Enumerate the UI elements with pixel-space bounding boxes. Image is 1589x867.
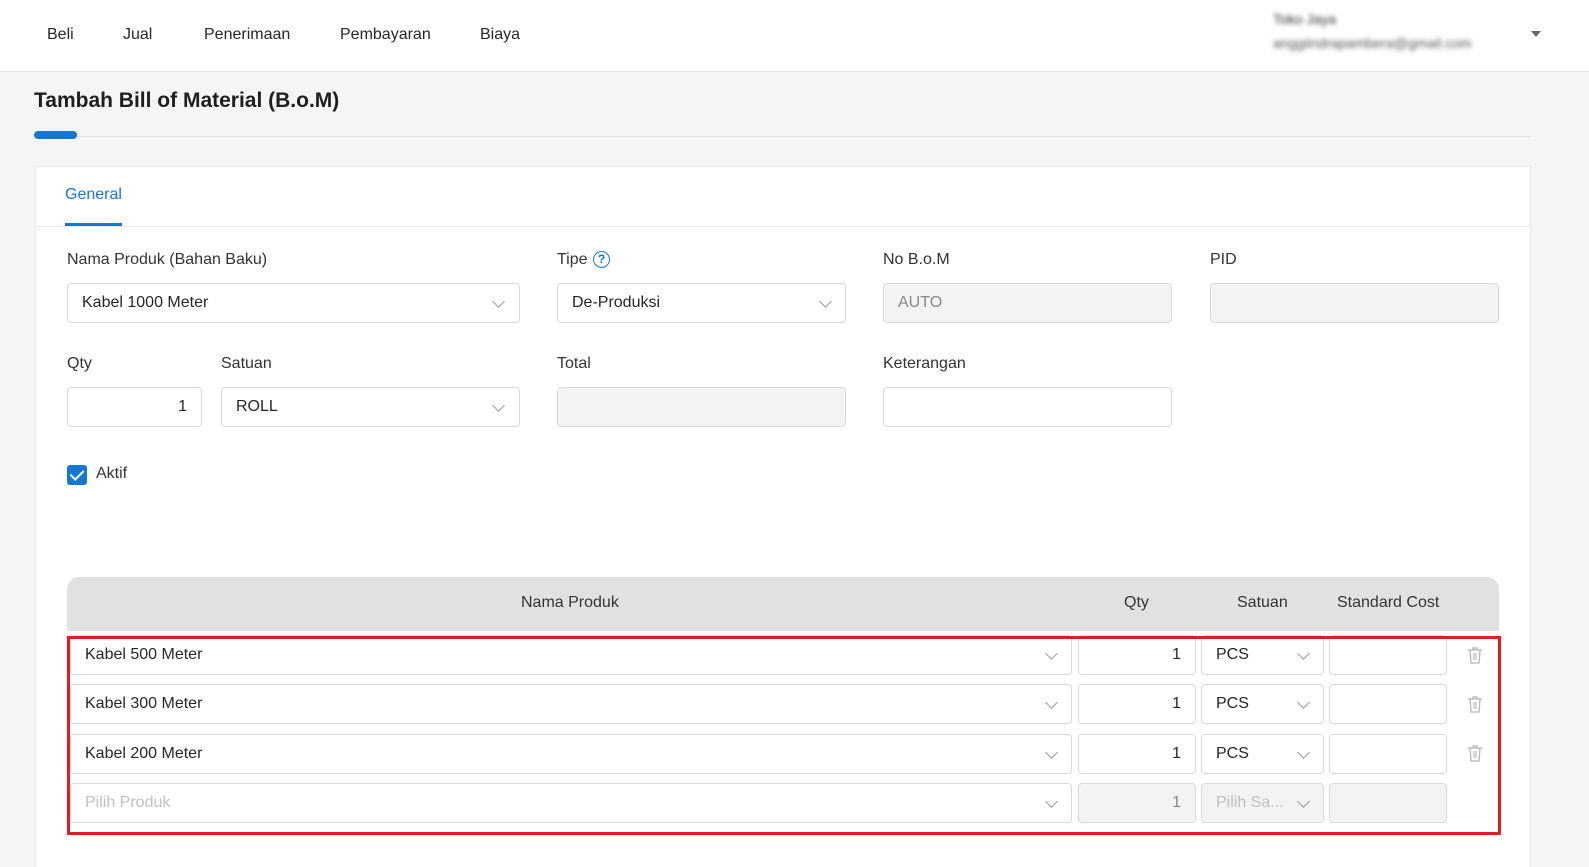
pid-field [1210,283,1499,323]
highlight-box [67,636,1501,835]
page-title: Tambah Bill of Material (B.o.M) [34,89,340,112]
tipe-value: De-Produksi [572,294,661,311]
nav-item-jual[interactable]: Jual [123,26,152,44]
satuan-value: ROLL [236,398,278,415]
nav-item-biaya[interactable]: Biaya [480,26,520,44]
tipe-label: Tipe [557,251,588,268]
header-satuan: Satuan [1237,594,1288,611]
chevron-down-icon [492,399,505,412]
tab-active-indicator [65,223,122,226]
satuan-label: Satuan [221,355,272,372]
tab-general[interactable]: General [65,186,122,204]
user-menu[interactable]: Toko Jaya anggiindrapambera@gmail.com [1273,11,1472,51]
tipe-select[interactable]: De-Produksi [557,283,846,323]
qty-input[interactable]: 1 [67,387,202,427]
nama-produk-value: Kabel 1000 Meter [82,294,209,311]
title-divider [77,136,1531,137]
nav-item-penerimaan[interactable]: Penerimaan [204,26,290,44]
nama-produk-select[interactable]: Kabel 1000 Meter [67,283,520,323]
form-card: General Nama Produk (Bahan Baku) Tipe ? … [35,166,1531,867]
title-accent-bar [34,131,77,139]
qty-label: Qty [67,355,92,372]
chevron-down-icon [819,295,832,308]
keterangan-input[interactable] [883,387,1172,427]
nav-item-beli[interactable]: Beli [47,26,74,44]
nav-item-pembayaran[interactable]: Pembayaran [340,26,431,44]
help-icon[interactable]: ? [593,251,610,268]
satuan-select[interactable]: ROLL [221,387,520,427]
user-name: Toko Jaya [1273,11,1337,27]
no-bom-value: AUTO [898,294,943,311]
aktif-checkbox[interactable] [67,465,87,485]
table-header: Nama Produk Qty Satuan Standard Cost [67,577,1499,631]
aktif-label: Aktif [96,465,128,482]
keterangan-label: Keterangan [883,355,966,372]
qty-value: 1 [178,398,187,415]
total-label: Total [557,355,591,372]
user-email: anggiindrapambera@gmail.com [1273,35,1472,51]
top-navigation: Beli Jual Penerimaan Pembayaran Biaya To… [0,0,1589,72]
pid-label: PID [1210,251,1237,268]
header-qty: Qty [1124,594,1149,611]
total-field [557,387,846,427]
caret-down-icon[interactable] [1531,31,1541,37]
header-nama-produk: Nama Produk [521,594,619,611]
header-standard-cost: Standard Cost [1337,594,1440,611]
nama-produk-label: Nama Produk (Bahan Baku) [67,251,268,268]
no-bom-field: AUTO [883,283,1172,323]
no-bom-label: No B.o.M [883,251,950,268]
chevron-down-icon [492,295,505,308]
tab-bar: General [36,167,1530,227]
